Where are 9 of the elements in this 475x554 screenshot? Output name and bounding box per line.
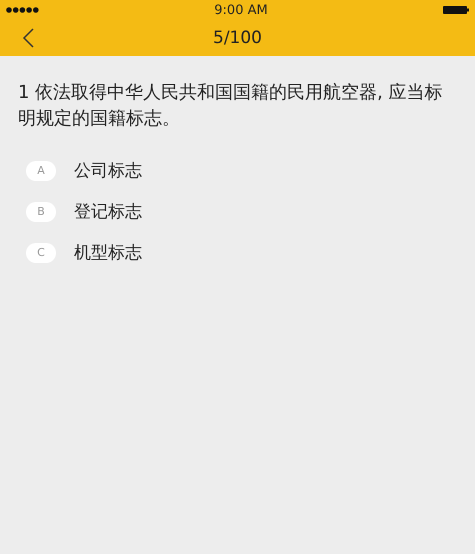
back-icon (22, 28, 34, 48)
option-text[interactable]: 机型标志 (74, 241, 142, 264)
option-text[interactable]: 公司标志 (74, 159, 142, 182)
page-title: 5/100 (213, 28, 262, 48)
battery-icon (443, 6, 469, 14)
status-time: 9:00 AM (214, 2, 268, 18)
option-text[interactable]: 登记标志 (74, 200, 142, 223)
signal-icon (6, 7, 39, 13)
question-text: 1 依法取得中华人民共和国国籍的民用航空器, 应当标明规定的国籍标志。 (18, 81, 444, 131)
